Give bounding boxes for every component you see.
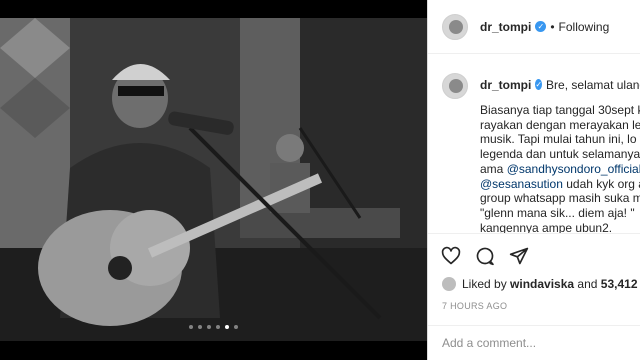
caption-intro: Bre, selamat ulang tahun ya! xyxy=(546,78,640,92)
profile-avatar[interactable] xyxy=(442,13,468,40)
comment-bubble-icon[interactable] xyxy=(475,246,495,266)
caption-header: dr_tompi ✓ Bre, selamat ulang tahun ya! xyxy=(428,55,640,99)
following-button[interactable]: Following xyxy=(559,20,610,34)
caption-line: kangennya ampe ubun2. xyxy=(480,220,613,233)
caption-text: Biasanya tiap tanggal 30sept kita rayaka… xyxy=(480,103,640,233)
carousel-dot-active xyxy=(225,325,229,329)
post-timestamp[interactable]: 7 HOURS AGO xyxy=(428,291,640,311)
liker-username-link[interactable]: windaviska xyxy=(510,277,574,291)
verified-badge-icon: ✓ xyxy=(535,21,547,32)
post-media xyxy=(0,0,427,360)
caption-username-link[interactable]: dr_tompi xyxy=(480,78,531,92)
paper-plane-icon[interactable] xyxy=(509,246,529,266)
likes-prefix: Liked by xyxy=(462,277,507,291)
caption-line: "glenn mana sik... diem aja! " xyxy=(480,205,635,220)
likes-count-link[interactable]: 53,412 others xyxy=(601,277,640,291)
mention-link[interactable]: @sesanasution xyxy=(480,177,563,191)
carousel-dot xyxy=(207,325,211,329)
post-actions: Liked by windaviska and 53,412 others 7 … xyxy=(428,233,640,333)
heart-icon[interactable] xyxy=(441,246,461,266)
caption-line-text: ama xyxy=(480,161,507,176)
caption-line: @sesanasution udah kyk org and xyxy=(480,177,640,192)
caption-line: Biasanya tiap tanggal 30sept kita xyxy=(480,103,640,117)
post-header: dr_tompi ✓ • Following xyxy=(428,0,640,54)
mention-link[interactable]: @sandhysondoro_official xyxy=(507,162,640,176)
caption-line: rayakan dengan merayakan legenda xyxy=(480,117,640,132)
carousel-indicator xyxy=(0,325,427,329)
liker-avatar[interactable] xyxy=(442,277,456,291)
post-sidebar: dr_tompi ✓ • Following dr_tompi ✓ Bre, s… xyxy=(427,0,640,360)
carousel-dot xyxy=(234,325,238,329)
caption-line: group whatsapp masih suka man xyxy=(480,191,640,206)
post-photo[interactable] xyxy=(0,18,427,341)
caption-line: legenda dan untuk selamanya. G xyxy=(480,147,640,162)
add-comment-bar xyxy=(428,325,640,360)
carousel-dot xyxy=(216,325,220,329)
carousel-dot xyxy=(198,325,202,329)
username-link[interactable]: dr_tompi xyxy=(480,20,531,34)
caption-line-text: udah kyk org and xyxy=(566,176,640,191)
carousel-dot xyxy=(189,325,193,329)
likes-summary: Liked by windaviska and 53,412 others xyxy=(428,266,640,291)
likes-middle: and xyxy=(577,277,598,291)
comment-input[interactable] xyxy=(442,336,632,350)
comments-section[interactable]: dr_tompi ✓ Bre, selamat ulang tahun ya! … xyxy=(428,55,640,233)
verified-badge-icon: ✓ xyxy=(535,79,543,90)
caption-avatar[interactable] xyxy=(442,73,468,99)
action-icons xyxy=(428,234,640,266)
caption-line: ama @sandhysondoro_official d xyxy=(480,162,640,177)
caption-line: musik. Tapi mulai tahun ini, lo yg xyxy=(480,132,640,147)
header-separator: • xyxy=(550,19,555,34)
photo-illustration xyxy=(0,18,427,341)
